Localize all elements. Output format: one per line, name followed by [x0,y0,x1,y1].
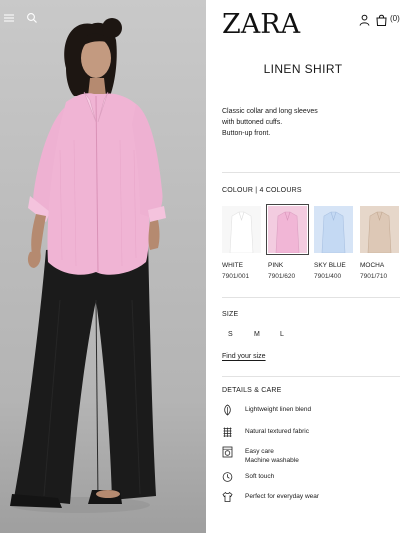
details-item: Perfect for everyday wear [222,490,397,510]
swatch-name: WHITE [222,262,243,269]
details-line: Machine washable [245,457,299,464]
model-figure [10,18,166,513]
details-text: Easy care Machine washable [245,447,299,465]
product-panel: ZARA (0) LINEN SHIRT Classic collar and … [206,0,400,533]
washing-machine-icon [222,445,233,458]
leaf-icon [222,403,233,416]
details-line: Easy care [245,448,274,455]
divider [222,297,400,298]
swatch-sky-blue[interactable] [314,206,353,253]
colour-heading: COLOUR | 4 COLOURS [222,187,302,194]
details-item: Easy care Machine washable [222,445,397,469]
divider [222,376,400,377]
description-line: with buttoned cuffs. [222,119,283,126]
details-item: Natural textured fabric [222,425,397,445]
shirt-icon [222,490,233,502]
divider [222,172,400,173]
details-item: Soft touch [222,470,397,490]
details-item: Lightweight linen blend [222,403,397,423]
clock-icon [222,470,233,482]
account-icon[interactable] [359,13,370,26]
swatch-code: 7901/400 [314,273,342,280]
swatch-code: 7901/710 [360,273,388,280]
swatch-name: SKY BLUE [314,262,346,269]
description-line: Classic collar and long sleeves [222,108,318,115]
details-text: Natural textured fabric [245,428,309,435]
colour-swatches: WHITE 7901/001 PINK 7901/620 SKY BLUE 79… [222,204,400,286]
swatch-white[interactable] [222,206,261,253]
fabric-grid-icon [222,425,233,437]
find-your-size-link[interactable]: Find your size [222,353,266,360]
details-text: Lightweight linen blend [245,406,312,413]
shopping-bag-icon[interactable] [376,13,387,26]
details-text: Perfect for everyday wear [245,493,320,500]
swatch-name: PINK [268,262,284,269]
bag-count[interactable]: (0) [390,14,400,23]
search-icon[interactable] [26,11,38,23]
menu-icon[interactable] [3,11,15,23]
swatch-mocha[interactable] [360,206,399,253]
product-description: Classic collar and long sleeves with but… [222,106,392,139]
product-photo [0,0,206,533]
size-option-s[interactable]: S [228,331,233,338]
details-heading: DETAILS & CARE [222,387,282,394]
brand-logo[interactable]: ZARA [222,9,300,40]
product-title: LINEN SHIRT [263,62,343,76]
swatch-code: 7901/620 [268,273,296,280]
swatch-pink[interactable] [266,204,309,255]
swatch-code: 7901/001 [222,273,250,280]
size-option-m[interactable]: M [254,331,260,338]
swatch-name: MOCHA [360,262,385,269]
details-text: Soft touch [245,473,275,480]
size-option-l[interactable]: L [280,331,284,338]
size-heading: SIZE [222,311,239,318]
size-options: S M L [222,331,322,341]
description-line: Button-up front. [222,130,271,137]
